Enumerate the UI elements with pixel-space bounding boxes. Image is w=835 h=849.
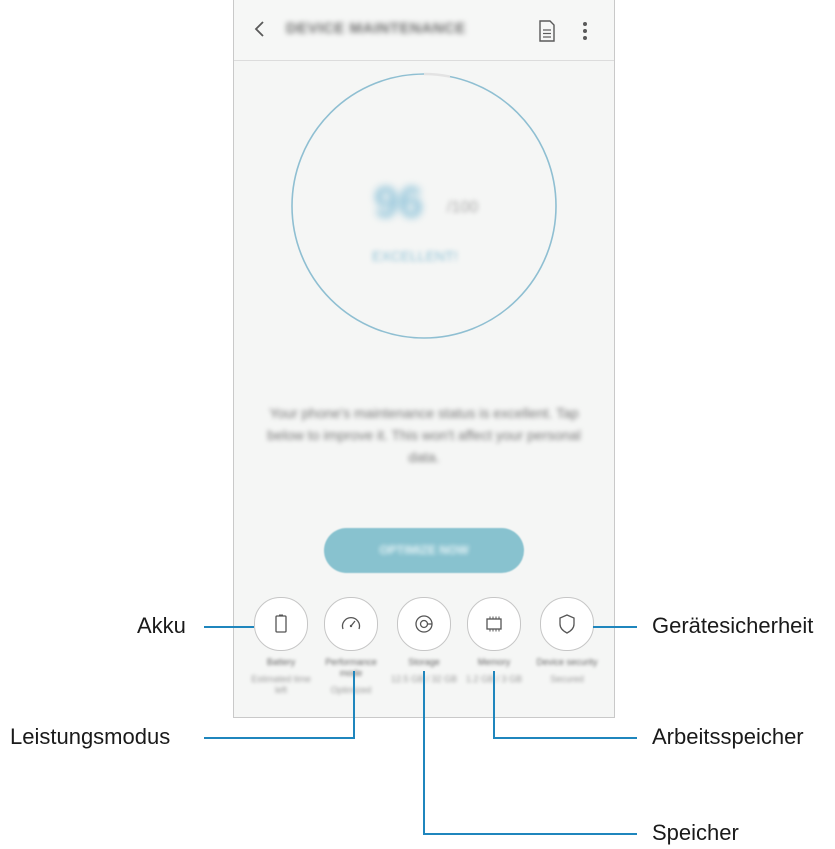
device-maintenance-screen: DEVICE MAINTENANCE 96 /100 EXCELLENT! Yo… [233, 0, 615, 718]
tile-label-storage: Storage [408, 657, 440, 667]
battery-button[interactable] [254, 597, 308, 651]
chevron-left-icon [254, 21, 264, 37]
back-button[interactable] [248, 14, 272, 44]
chip-icon [486, 616, 502, 632]
more-options-button[interactable] [580, 18, 590, 44]
storage-icon [415, 615, 433, 633]
callout-line-speicher-v [423, 671, 425, 835]
tile-performance-mode[interactable]: Performance mode Optimized [315, 597, 387, 696]
status-label: EXCELLENT! [372, 248, 458, 264]
app-bar: DEVICE MAINTENANCE [234, 0, 614, 61]
document-icon [539, 20, 555, 42]
memory-button[interactable] [467, 597, 521, 651]
maintenance-score: 96 [374, 178, 423, 227]
callout-geraetesicherheit: Gerätesicherheit [652, 613, 814, 638]
optimize-now-label: OPTIMIZE NOW [379, 543, 469, 557]
score-unit: /100 [447, 199, 479, 216]
tile-device-security[interactable]: Device security Secured [531, 597, 603, 685]
callout-line-leistungsmodus-v [353, 671, 355, 739]
callout-akku: Akku [137, 613, 186, 638]
tile-value-battery: Estimated time left [251, 674, 311, 695]
tile-label-security: Device security [536, 657, 598, 667]
tile-label-battery: Battery [266, 657, 296, 667]
status-description: Your phone's maintenance status is excel… [267, 405, 581, 465]
callout-leistungsmodus: Leistungsmodus [10, 724, 171, 749]
tile-value-security: Secured [550, 674, 584, 684]
optimize-now-button[interactable]: OPTIMIZE NOW [324, 528, 524, 573]
callout-speicher: Speicher [652, 820, 739, 845]
device-security-button[interactable] [540, 597, 594, 651]
report-button[interactable] [538, 20, 556, 42]
callout-line-arbeitsspeicher-v [493, 671, 495, 739]
callout-arbeitsspeicher: Arbeitsspeicher [652, 724, 804, 749]
callout-line-arbeitsspeicher-h [493, 737, 637, 739]
callout-line-geraetesicherheit [593, 626, 637, 628]
performance-mode-button[interactable] [324, 597, 378, 651]
callout-line-leistungsmodus-h [204, 737, 355, 739]
callout-line-speicher-h [423, 833, 637, 835]
speedometer-icon [341, 616, 361, 630]
storage-button[interactable] [397, 597, 451, 651]
status-ring [291, 72, 557, 339]
shield-icon [559, 614, 575, 634]
tile-label-performance: Performance mode [325, 657, 377, 678]
page-title: DEVICE MAINTENANCE [286, 20, 466, 37]
more-vertical-icon [583, 22, 587, 40]
battery-icon [275, 614, 287, 633]
tile-battery[interactable]: Battery Estimated time left [245, 597, 317, 696]
callout-line-akku [204, 626, 254, 628]
tile-label-memory: Memory [477, 657, 511, 667]
tile-value-performance: Optimized [330, 685, 372, 695]
